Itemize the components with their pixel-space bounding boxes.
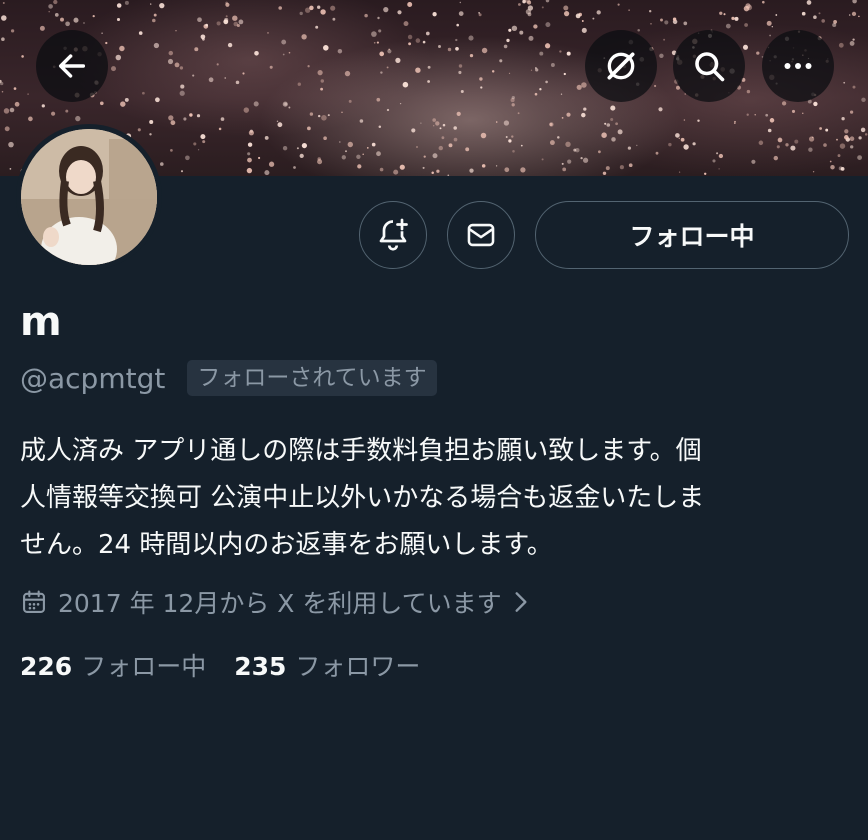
follow-stats: 226 フォロー中 235 フォロワー	[20, 646, 420, 684]
avatar-image	[21, 129, 157, 265]
grok-icon	[607, 52, 635, 80]
joined-text: 2017 年 12月から X を利用しています	[58, 589, 502, 618]
following-label: フォロー中	[81, 652, 207, 681]
following-stat[interactable]: 226 フォロー中	[20, 647, 206, 683]
arrow-left-icon	[58, 54, 86, 78]
avatar[interactable]	[16, 124, 162, 270]
profile-page: フォロー中 m @acpmtgt フォローされています 成人済み アプリ通しの際…	[0, 0, 868, 840]
handle-row: @acpmtgt フォローされています	[20, 358, 437, 398]
display-name: m	[20, 299, 62, 345]
bell-plus-icon	[379, 218, 408, 251]
search-button[interactable]	[673, 30, 745, 102]
back-button[interactable]	[36, 30, 108, 102]
search-icon	[695, 52, 725, 82]
follows-you-badge: フォローされています	[187, 360, 437, 396]
following-count: 226	[20, 652, 73, 681]
notifications-button[interactable]	[359, 201, 427, 269]
chevron-right-icon	[510, 589, 532, 615]
following-button[interactable]: フォロー中	[535, 201, 849, 269]
profile-bio: 成人済み アプリ通しの際は手数料負担お願い致します。個 人情報等交換可 公演中止…	[20, 436, 705, 560]
joined-date-link[interactable]: 2017 年 12月から X を利用しています	[20, 584, 532, 620]
grok-button[interactable]	[585, 30, 657, 102]
more-horizontal-icon	[784, 63, 812, 69]
followers-label: フォロワー	[295, 652, 421, 681]
followers-count: 235	[234, 652, 287, 681]
message-button[interactable]	[447, 201, 515, 269]
mail-icon	[467, 223, 495, 247]
more-button[interactable]	[762, 30, 834, 102]
user-handle: @acpmtgt	[20, 361, 166, 395]
followers-stat[interactable]: 235 フォロワー	[234, 647, 420, 683]
calendar-icon	[20, 588, 48, 616]
